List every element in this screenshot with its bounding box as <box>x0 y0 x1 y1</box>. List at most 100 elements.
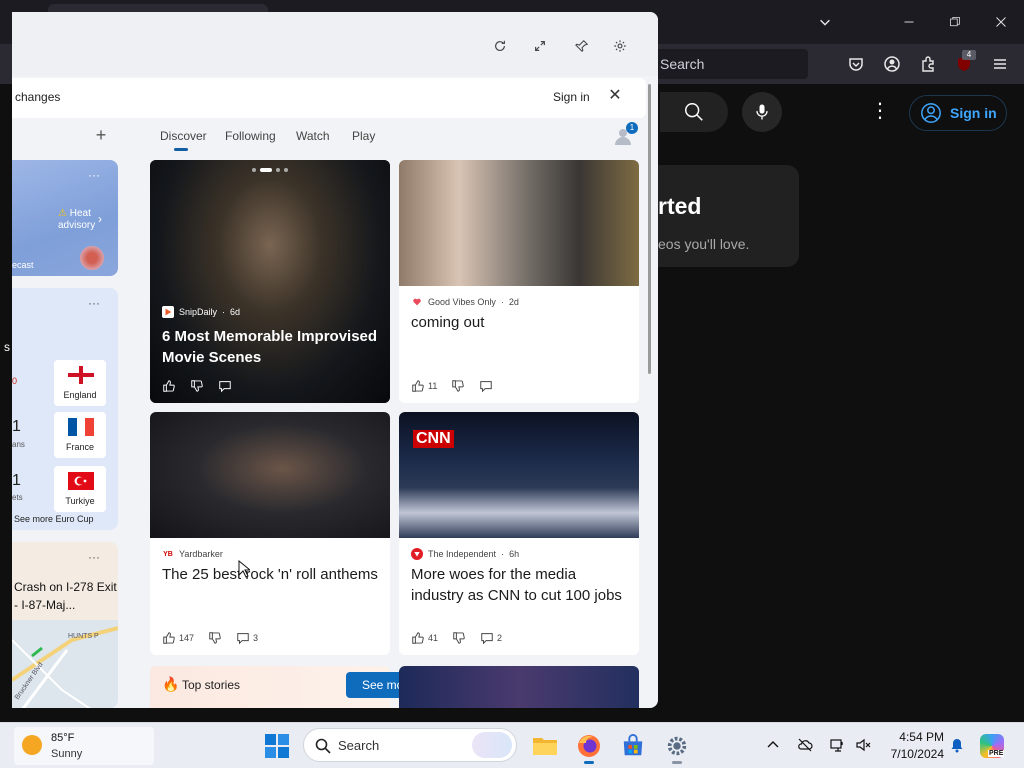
thumbs-up-icon <box>412 380 424 392</box>
comment-icon <box>219 381 231 393</box>
sign-in-notice-bar: changes Sign in ✕ <box>12 78 646 118</box>
top-stories-label: Top stories <box>182 678 241 692</box>
add-widget-icon[interactable]: + <box>92 126 110 144</box>
browser-search-input[interactable]: Search <box>650 49 808 79</box>
separator: · <box>222 307 226 317</box>
traffic-widget[interactable]: ··· Crash on I-278 Exit - I-87-Maj... HU… <box>12 542 118 708</box>
comment-button[interactable]: 2 <box>480 631 502 645</box>
comment-button[interactable]: 3 <box>236 631 258 645</box>
account-icon[interactable] <box>880 52 904 76</box>
england-flag-icon <box>68 366 94 384</box>
match-score: 0 <box>12 376 18 386</box>
settings-icon[interactable] <box>662 731 692 764</box>
team-name: France <box>65 442 94 452</box>
like-button[interactable]: 11 <box>411 379 437 393</box>
pin-icon[interactable] <box>572 36 592 56</box>
team-france[interactable]: France <box>54 412 106 458</box>
comment-count: 2 <box>497 633 503 643</box>
thumbs-down-icon <box>453 632 465 644</box>
windows-start-icon[interactable] <box>264 733 290 759</box>
news-card[interactable] <box>399 666 639 708</box>
heat-advisory-alert[interactable]: ⚠ Heat advisory <box>58 208 118 232</box>
widget-more-icon[interactable]: ··· <box>88 550 100 564</box>
network-icon[interactable] <box>828 736 846 754</box>
refresh-icon[interactable] <box>490 36 510 56</box>
dislike-button[interactable] <box>451 379 465 393</box>
close-button[interactable] <box>986 8 1016 36</box>
dislike-button[interactable] <box>190 379 204 393</box>
comment-icon <box>237 633 249 645</box>
menu-icon[interactable] <box>988 52 1012 76</box>
sun-icon <box>22 735 42 755</box>
news-title[interactable]: More woes for the media industry as CNN … <box>411 564 631 606</box>
pocket-icon[interactable] <box>844 52 868 76</box>
more-options-icon[interactable]: ⋮ <box>868 100 892 124</box>
team-turkiye[interactable]: Turkiye <box>54 466 106 512</box>
comment-icon <box>481 633 493 645</box>
comment-button[interactable] <box>218 379 232 393</box>
close-icon[interactable]: ✕ <box>606 87 624 105</box>
sign-in-label: Sign in <box>950 105 997 121</box>
extensions-icon[interactable] <box>916 52 940 76</box>
tab-discover[interactable]: Discover <box>160 129 207 143</box>
expand-icon[interactable] <box>530 36 550 56</box>
news-title[interactable]: 6 Most Memorable Improvised Movie Scenes <box>162 326 382 368</box>
sports-widget[interactable]: ··· 0 England 1 ans France 1 ets Turkiye… <box>12 288 118 530</box>
see-more-euro-cup-link[interactable]: See more Euro Cup <box>14 514 94 524</box>
tab-following[interactable]: Following <box>225 129 276 143</box>
forecast-link[interactable]: ecast <box>12 260 34 270</box>
panel-scrollbar[interactable] <box>648 84 651 374</box>
chevron-up-icon[interactable] <box>764 736 782 754</box>
like-button[interactable] <box>162 379 176 393</box>
firefox-icon[interactable] <box>574 731 604 764</box>
comment-button[interactable] <box>479 379 493 393</box>
youtube-sign-in-button[interactable]: Sign in <box>909 95 1007 131</box>
like-count: 147 <box>179 633 195 643</box>
like-count: 41 <box>428 633 439 643</box>
dislike-button[interactable] <box>452 631 466 645</box>
card-subtitle: eos you'll love. <box>658 236 750 252</box>
search-highlight-image <box>472 732 512 758</box>
news-card[interactable]: CNN The Independent · 6h More woes for t… <box>399 412 639 655</box>
news-card[interactable]: SnipDaily · 6d 6 Most Memorable Improvis… <box>150 160 390 403</box>
like-button[interactable]: 147 <box>162 631 194 645</box>
team-england[interactable]: England <box>54 360 106 406</box>
dislike-button[interactable] <box>208 631 222 645</box>
comment-count: 3 <box>253 633 259 643</box>
taskbar-search-box[interactable]: Search <box>303 728 517 762</box>
voice-search-button[interactable] <box>742 92 782 132</box>
news-card[interactable]: YB Yardbarker The 25 best rock 'n' roll … <box>150 412 390 655</box>
file-explorer-icon[interactable] <box>530 731 560 761</box>
tab-watch[interactable]: Watch <box>296 129 330 143</box>
user-circle-icon <box>921 103 941 123</box>
like-button[interactable]: 41 <box>411 631 438 645</box>
tab-play[interactable]: Play <box>352 129 375 143</box>
notice-sign-in-link[interactable]: Sign in <box>553 90 590 104</box>
microsoft-store-icon[interactable] <box>618 731 648 761</box>
minimize-button[interactable] <box>894 8 924 36</box>
source-name: The Independent <box>428 549 497 559</box>
onedrive-offline-icon[interactable] <box>796 736 814 754</box>
news-title[interactable]: coming out <box>411 312 631 333</box>
news-title[interactable]: The 25 best rock 'n' roll anthems <box>162 564 382 585</box>
widget-more-icon[interactable]: ··· <box>88 168 100 182</box>
clock-date[interactable]: 7/10/2024 <box>878 747 944 761</box>
weather-widget[interactable]: ··· ⚠ Heat advisory › ecast <box>12 160 118 276</box>
news-actions: 11 <box>411 379 493 393</box>
thumbs-down-icon <box>191 380 203 392</box>
notification-bell-icon[interactable] <box>948 736 966 754</box>
taskbar-weather-widget[interactable]: 85°F Sunny <box>14 727 154 765</box>
list-tabs-icon[interactable] <box>810 8 840 36</box>
clock-time[interactable]: 4:54 PM <box>888 730 944 744</box>
volume-muted-icon[interactable] <box>854 736 872 754</box>
news-source: SnipDaily · 6d <box>162 306 240 318</box>
source-name: SnipDaily <box>179 307 218 317</box>
news-card[interactable]: Good Vibes Only · 2d coming out 11 <box>399 160 639 403</box>
warning-icon: ⚠ <box>58 208 67 219</box>
restore-button[interactable] <box>940 8 970 36</box>
widget-more-icon[interactable]: ··· <box>88 296 100 310</box>
traffic-map[interactable]: HUNTS P Bruckner Blvd <box>12 620 118 708</box>
settings-gear-icon[interactable] <box>610 36 630 56</box>
youtube-search-button[interactable] <box>660 92 728 132</box>
traffic-incident-title[interactable]: Crash on I-278 Exit - I-87-Maj... <box>14 578 118 614</box>
